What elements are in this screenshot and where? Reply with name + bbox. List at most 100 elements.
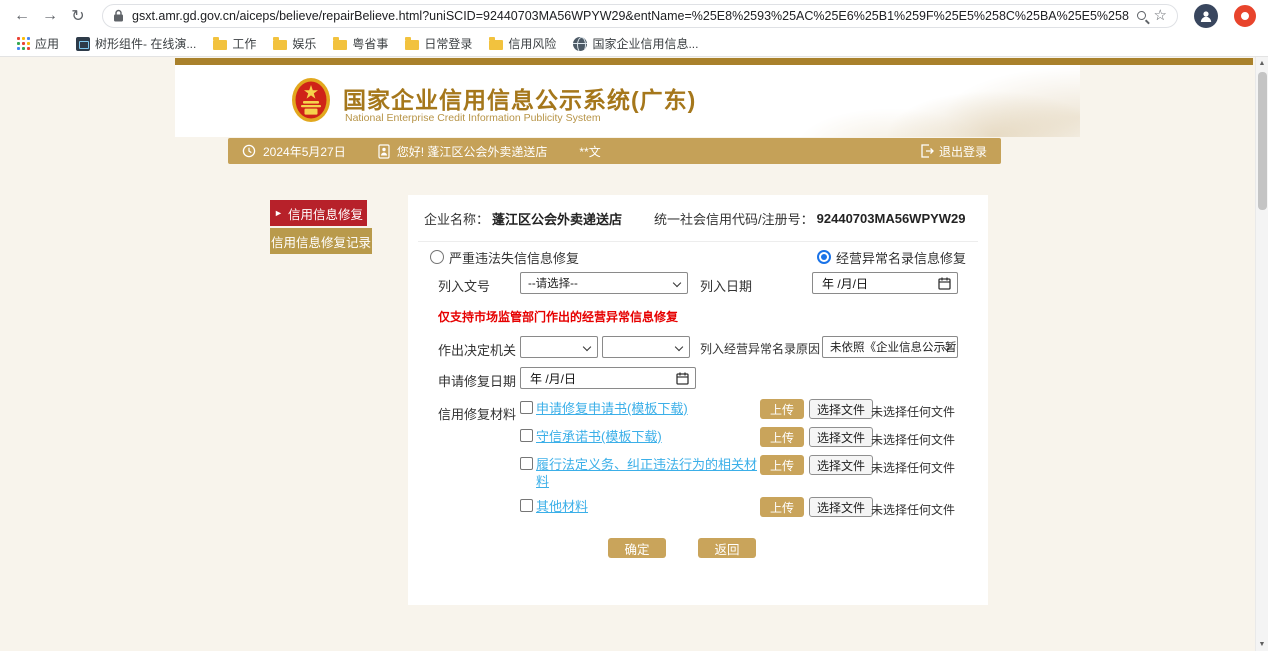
radio-abnormal-operation[interactable]: 经营异常名录信息修复 [817,248,966,267]
profile-avatar[interactable] [1194,4,1218,28]
no-file-text: 未选择任何文件 [871,501,955,518]
logout-icon [920,144,934,158]
bookmark-label: 信用风险 [508,35,556,52]
enterprise-info-row: 企业名称： 蓬江区公会外卖递送店 统一社会信用代码/注册号： 92440703M… [424,209,966,228]
material-checkbox[interactable] [520,499,533,512]
material-checkbox[interactable] [520,457,533,470]
user-name: **文 [579,143,600,160]
arrow-right-icon: ► [274,209,283,218]
doc-no-selected-value: --请选择-- [528,275,578,291]
bookmark-label: 工作 [232,35,256,52]
chevron-down-icon [675,343,683,351]
bookmark-label: 娱乐 [292,35,316,52]
list-date-input[interactable]: 年 /月/日 [812,272,958,294]
bookmark-label: 粤省事 [352,35,388,52]
radio-unchecked-icon[interactable] [430,250,444,264]
scrollbar-thumb[interactable] [1258,72,1267,210]
url-text[interactable]: gsxt.amr.gd.gov.cn/aiceps/believe/repair… [132,9,1129,23]
list-date-label: 列入日期 [700,276,752,295]
browser-update-icon[interactable] [1234,5,1256,27]
materials-label: 信用修复材料 [438,404,516,423]
material-checkbox[interactable] [520,429,533,442]
id-badge-icon [378,144,390,159]
sidebar-item-label: 信用信息修复记录 [271,232,371,251]
material-link[interactable]: 守信承诺书(模板下载) [536,428,758,445]
reason-select[interactable]: 未依照《企业信息公示暂行条 [822,336,958,358]
top-gold-bar [175,58,1253,65]
site-title: 国家企业信用信息公示系统(广东) [343,81,696,115]
radio-checked-icon[interactable] [817,250,831,264]
upload-button[interactable]: 上传 [760,455,804,475]
site-subtitle: National Enterprise Credit Information P… [345,112,601,124]
material-link[interactable]: 申请修复申请书(模板下载) [536,400,758,417]
material-row: 守信承诺书(模板下载) [520,428,758,445]
bookmark-item[interactable]: 树形组件- 在线演... [71,33,201,54]
bookmark-item[interactable]: 国家企业信用信息... [568,33,703,54]
bookmark-folder[interactable]: 日常登录 [400,33,477,54]
upload-button[interactable]: 上传 [760,497,804,517]
confirm-button[interactable]: 确定 [608,538,666,558]
material-row: 其他材料 [520,498,758,515]
logout-button[interactable]: 退出登录 [920,143,987,160]
calendar-icon [676,372,689,385]
scroll-up-icon[interactable]: ▲ [1256,57,1268,70]
material-link[interactable]: 履行法定义务、纠正违法行为的相关材料 [536,456,758,490]
radio-serious-violation[interactable]: 严重违法失信信息修复 [430,248,579,267]
globe-icon [573,37,587,51]
enterprise-name-label: 企业名称： [424,209,489,228]
no-file-text: 未选择任何文件 [871,431,955,448]
lock-icon [113,9,124,22]
radio-label: 经营异常名录信息修复 [836,248,966,267]
bookmark-folder[interactable]: 粤省事 [328,33,393,54]
scroll-down-icon[interactable]: ▼ [1256,638,1268,651]
chevron-down-icon [673,279,681,287]
doc-no-label: 列入文号 [438,276,490,295]
upload-button[interactable]: 上传 [760,399,804,419]
clock-icon [242,144,256,158]
site-favicon-icon [76,37,90,51]
credit-code-value: 92440703MA56WPYW29 [817,211,966,226]
upload-button[interactable]: 上传 [760,427,804,447]
enterprise-name-value: 蓬江区公会外卖递送店 [492,209,622,228]
folder-icon [333,40,347,50]
national-emblem-icon [291,77,331,123]
sidebar-item-label: 信用信息修复 [288,204,363,223]
back-button[interactable]: 返回 [698,538,756,558]
sidebar-item-credit-repair[interactable]: ► 信用信息修复 [270,200,367,226]
bookmark-folder[interactable]: 娱乐 [268,33,321,54]
apps-grid-icon [17,37,30,50]
credit-code-label: 统一社会信用代码/注册号： [654,209,814,228]
choose-file-button[interactable]: 选择文件 [809,399,873,419]
chevron-down-icon [583,343,591,351]
doc-no-select[interactable]: --请选择-- [520,272,688,294]
apply-date-input[interactable]: 年 /月/日 [520,367,696,389]
bookmark-folder[interactable]: 工作 [208,33,261,54]
reload-icon[interactable]: ↻ [66,4,90,28]
divider [418,241,978,242]
radio-label: 严重违法失信信息修复 [449,248,579,267]
restriction-note: 仅支持市场监管部门作出的经营异常信息修复 [438,308,678,325]
page-scrollbar[interactable]: ▲ ▼ [1255,57,1268,651]
folder-icon [273,40,287,50]
material-row: 履行法定义务、纠正违法行为的相关材料 [520,456,758,490]
choose-file-button[interactable]: 选择文件 [809,455,873,475]
material-checkbox[interactable] [520,401,533,414]
bookmark-star-icon[interactable]: ☆ [1154,8,1167,23]
choose-file-button[interactable]: 选择文件 [809,427,873,447]
bookmark-folder[interactable]: 信用风险 [484,33,561,54]
authority-select-1[interactable] [520,336,598,358]
zoom-icon[interactable] [1137,11,1146,20]
sidebar-item-repair-records[interactable]: 信用信息修复记录 [270,228,372,254]
material-link[interactable]: 其他材料 [536,498,758,515]
forward-icon[interactable]: → [38,4,62,28]
calendar-icon [938,277,951,290]
choose-file-button[interactable]: 选择文件 [809,497,873,517]
authority-select-2[interactable] [602,336,690,358]
apps-shortcut[interactable]: 应用 [12,33,64,54]
authority-label: 作出决定机关 [438,340,516,359]
folder-icon [489,40,503,50]
url-bar[interactable]: gsxt.amr.gd.gov.cn/aiceps/believe/repair… [102,4,1178,28]
mountain-art [650,65,1080,137]
bookmark-label: 国家企业信用信息... [592,35,698,52]
back-icon[interactable]: ← [10,4,34,28]
